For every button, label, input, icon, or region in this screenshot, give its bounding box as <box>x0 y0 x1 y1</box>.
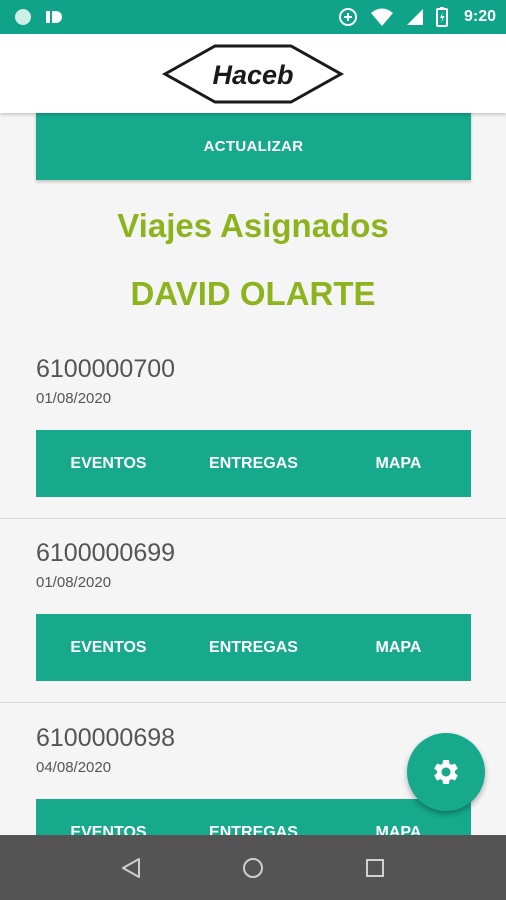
divider <box>0 702 506 703</box>
trip-id: 6100000700 <box>36 355 176 383</box>
trip-id: 6100000699 <box>36 539 176 567</box>
app-bar: Haceb <box>0 34 506 113</box>
trip-date: 04/08/2020 <box>36 759 112 776</box>
navigation-bar <box>0 835 506 900</box>
map-button[interactable]: MAPA <box>326 614 471 681</box>
haceb-logo: Haceb <box>161 44 345 103</box>
back-icon[interactable] <box>119 856 143 880</box>
events-button[interactable]: EVENTOS <box>36 799 181 836</box>
svg-text:Haceb: Haceb <box>212 60 293 90</box>
divider <box>0 518 506 519</box>
trip-date: 01/08/2020 <box>36 390 112 407</box>
trip-card: 6100000700 01/08/2020 EVENTOS ENTREGAS M… <box>0 355 506 539</box>
deliveries-button[interactable]: ENTREGAS <box>181 799 326 836</box>
trip-actions: EVENTOS ENTREGAS MAPA <box>36 614 471 681</box>
battery-icon <box>435 7 448 27</box>
clock: 9:20 <box>463 8 496 25</box>
data-saver-icon <box>338 8 357 26</box>
status-bar: 9:20 <box>0 0 506 34</box>
trip-id: 6100000698 <box>36 724 176 752</box>
driver-name: DAVID OLARTE <box>130 275 376 312</box>
page-title: Viajes Asignados <box>117 207 389 244</box>
app-notification-icon <box>46 11 62 23</box>
map-button[interactable]: MAPA <box>326 430 471 497</box>
settings-fab-button[interactable] <box>407 733 485 811</box>
trip-list-content[interactable]: ACTUALIZAR Viajes Asignados DAVID OLARTE… <box>0 113 506 835</box>
trip-card: 6100000699 01/08/2020 EVENTOS ENTREGAS M… <box>0 539 506 723</box>
signal-icon <box>406 9 423 25</box>
events-button[interactable]: EVENTOS <box>36 614 181 681</box>
trip-actions: EVENTOS ENTREGAS MAPA <box>36 799 471 835</box>
recents-icon[interactable] <box>363 856 387 880</box>
home-icon[interactable] <box>241 856 265 880</box>
events-button[interactable]: EVENTOS <box>36 430 181 497</box>
trip-date: 01/08/2020 <box>36 574 112 591</box>
wifi-icon <box>370 8 393 26</box>
gear-icon <box>434 760 458 784</box>
deliveries-button[interactable]: ENTREGAS <box>181 614 326 681</box>
notification-circle-icon <box>15 9 31 25</box>
deliveries-button[interactable]: ENTREGAS <box>181 430 326 497</box>
trip-actions: EVENTOS ENTREGAS MAPA <box>36 430 471 497</box>
update-button[interactable]: ACTUALIZAR <box>36 113 471 180</box>
